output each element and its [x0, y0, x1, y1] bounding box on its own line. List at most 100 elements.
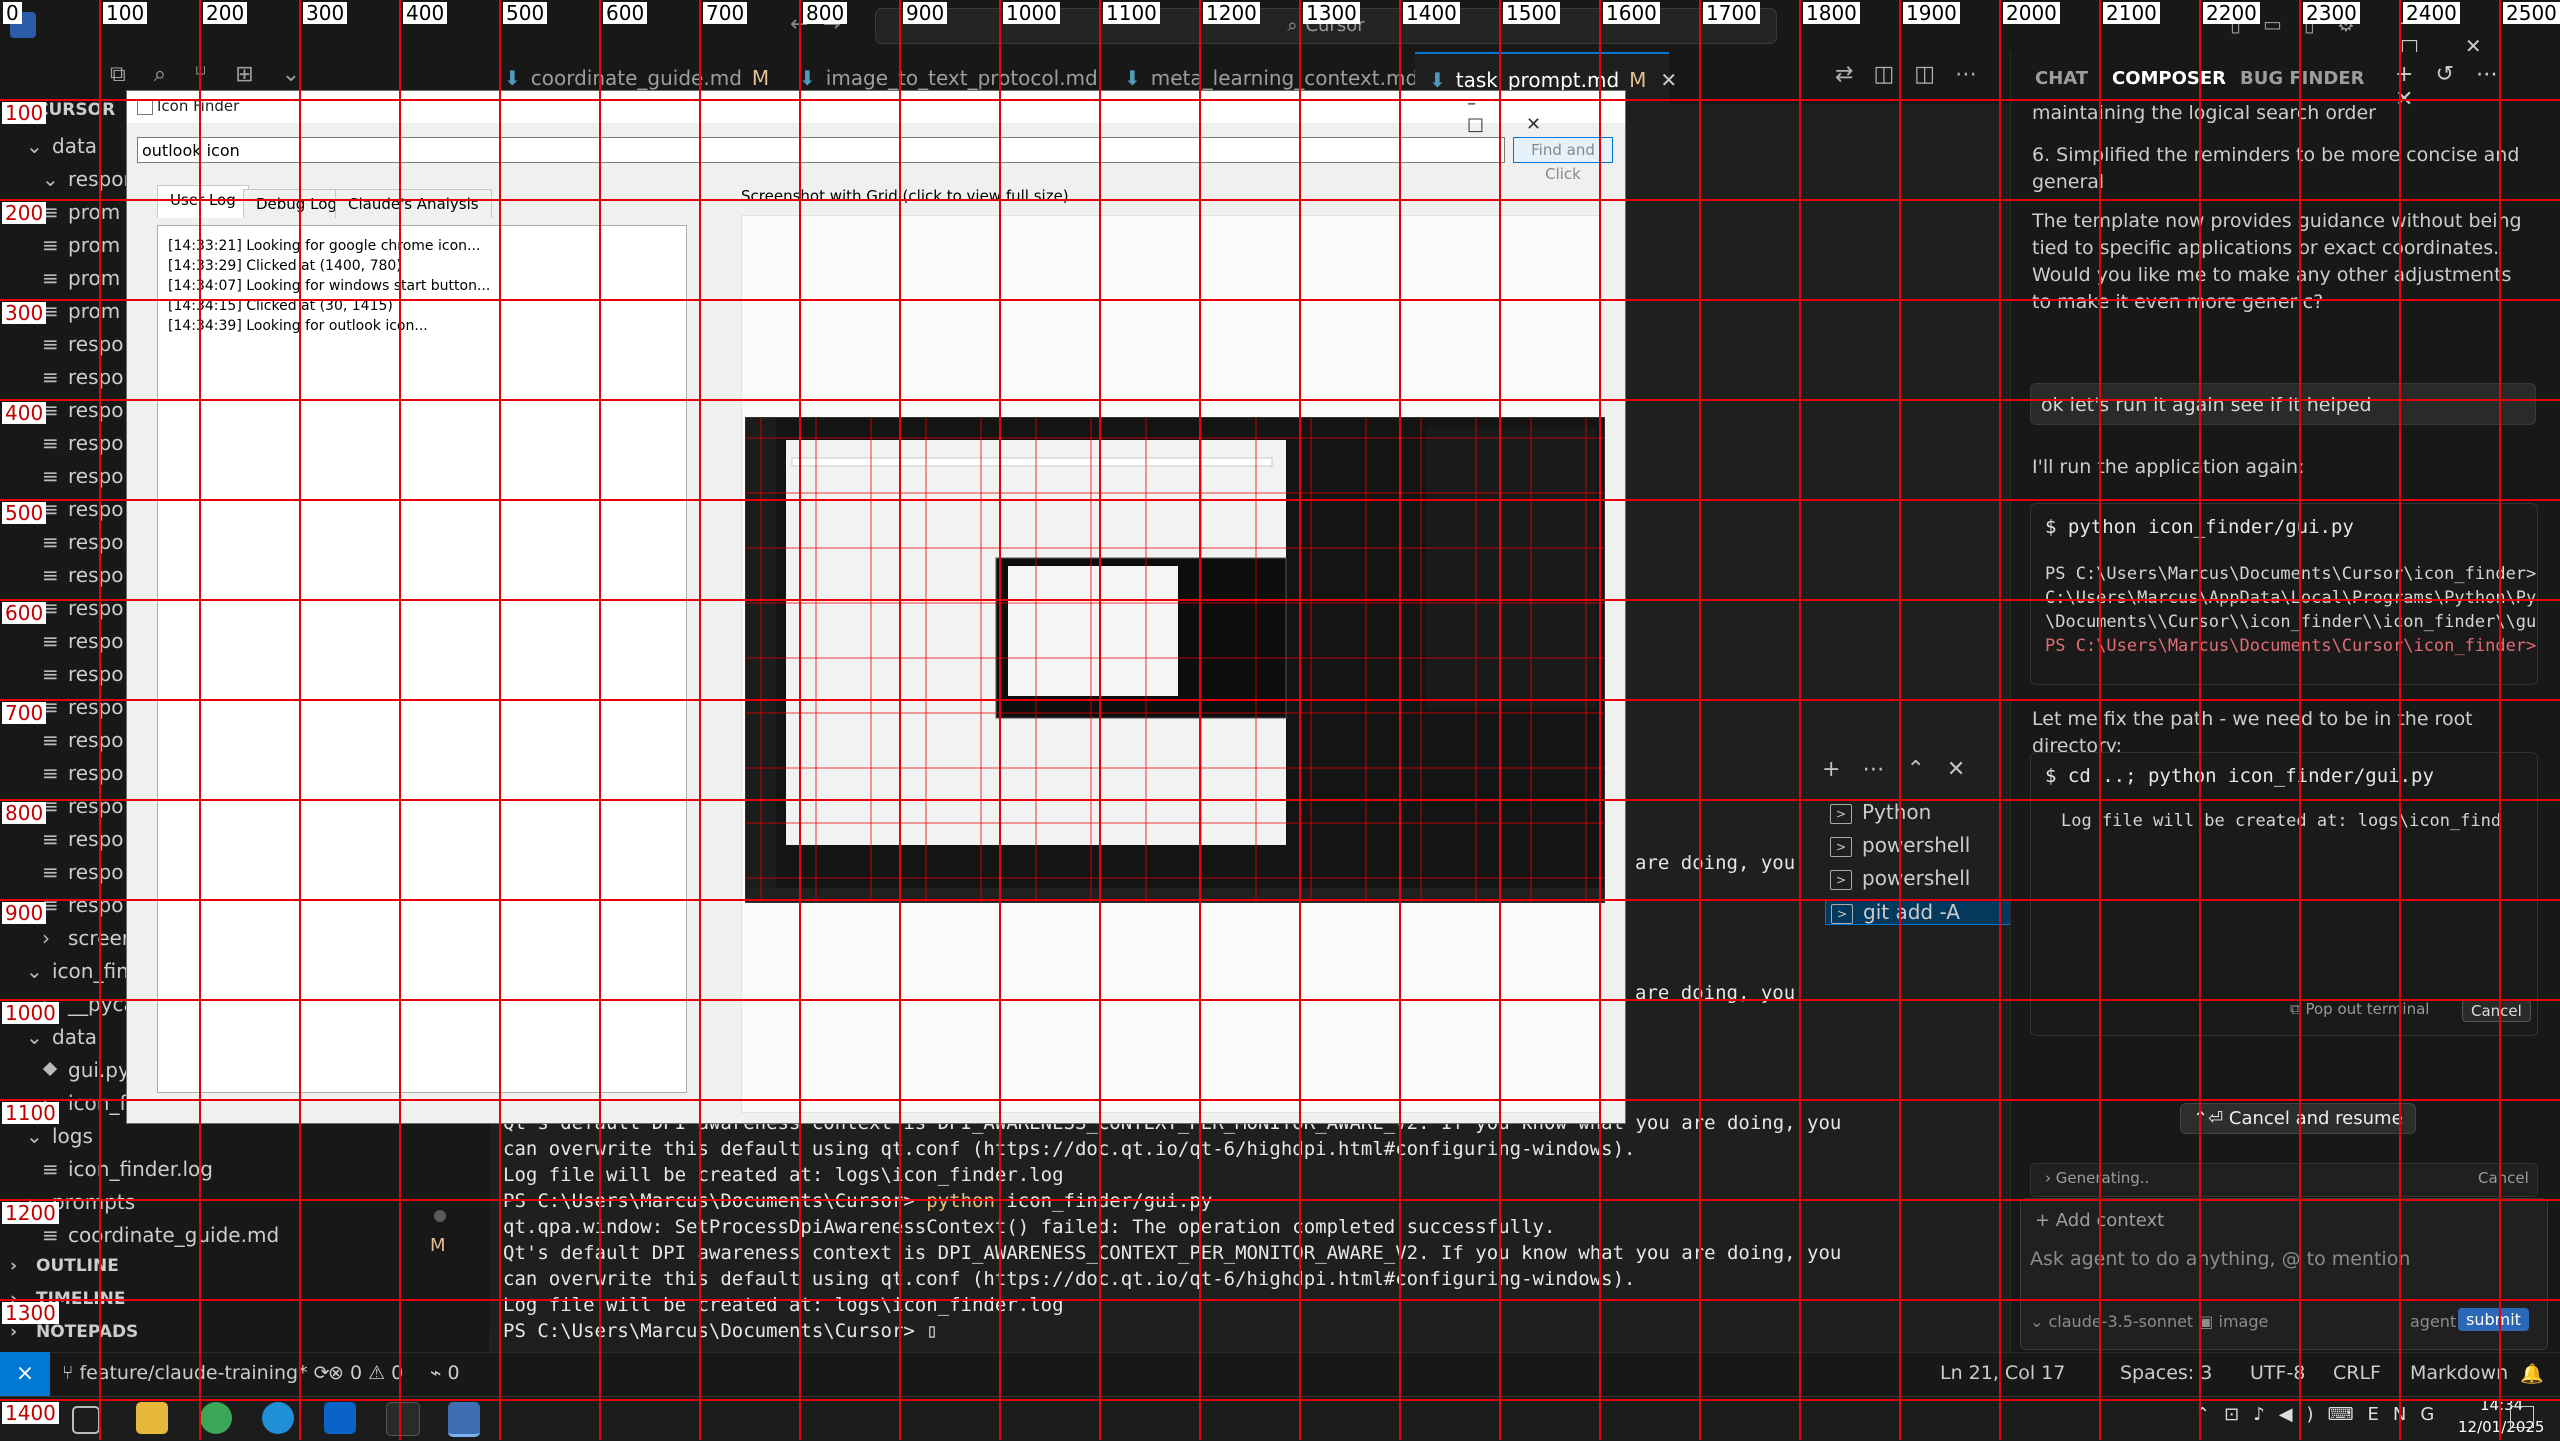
- tree-item[interactable]: ⌄ logs: [26, 1124, 93, 1148]
- tree-item[interactable]: ≡ respo: [42, 563, 123, 587]
- tree-item[interactable]: ≡ respo: [42, 761, 123, 785]
- tab-claude-analysis[interactable]: Claude's Analysis: [335, 189, 492, 218]
- tree-item[interactable]: ≡ coordinate_guide.md: [42, 1223, 279, 1247]
- tree-item[interactable]: ≡ respo: [42, 662, 123, 686]
- explorer-toolbar[interactable]: ⧉⌕⑂⊞⌄: [110, 62, 328, 87]
- tree-item[interactable]: ≡ respo: [42, 827, 123, 851]
- model-selector[interactable]: ⌄ claude-3.5-sonnet ▣ image: [2030, 1312, 2268, 1331]
- sync-icon[interactable]: ⟳: [308, 1362, 330, 1384]
- tab-chat[interactable]: CHAT: [2035, 68, 2088, 89]
- tree-item[interactable]: ≡ respo: [42, 794, 123, 818]
- mic-icon[interactable]: ♪: [2253, 1404, 2279, 1425]
- network-icon[interactable]: ⊡: [2224, 1404, 2253, 1425]
- terminal-session[interactable]: > Python: [1830, 800, 1931, 824]
- pop-out-terminal-link[interactable]: ⧉ Pop out terminal: [2290, 1000, 2429, 1018]
- user-message[interactable]: ok let's run it again see if it helped: [2030, 383, 2536, 425]
- tree-item[interactable]: ⌄ respon: [42, 167, 136, 191]
- tab-bug-finder[interactable]: BUG FINDER: [2240, 68, 2365, 89]
- maximize-panel-icon[interactable]: ⌃: [1906, 757, 1946, 782]
- notifications-icon[interactable]: 🔔: [2520, 1362, 2544, 1385]
- extensions-icon[interactable]: ⊞: [235, 62, 281, 87]
- tree-item[interactable]: ≡ respo: [42, 893, 123, 917]
- close-panel-icon[interactable]: ✕: [1947, 757, 1987, 782]
- file-explorer-icon[interactable]: [136, 1402, 168, 1434]
- tab-composer[interactable]: COMPOSER: [2112, 68, 2226, 89]
- tree-item[interactable]: ⌄ data: [26, 134, 97, 158]
- minimize-icon[interactable]: –: [1467, 93, 1518, 114]
- tree-item[interactable]: ≡ prom: [42, 266, 120, 290]
- remote-indicator-icon[interactable]: ⨯: [0, 1352, 50, 1396]
- history-icon[interactable]: ↺: [2435, 62, 2475, 87]
- problems-indicator[interactable]: ⊗ 0 ⚠ 0: [328, 1362, 403, 1384]
- terminal-prompt[interactable]: PS C:\Users\Marcus\Documents\Cursor> ▯: [503, 1318, 1823, 1344]
- tree-item[interactable]: ≡ icon_finder.log: [42, 1157, 213, 1181]
- more-actions-icon[interactable]: ⋯: [1955, 62, 1997, 87]
- tree-item[interactable]: ⯁gui.py: [42, 1058, 130, 1082]
- close-icon[interactable]: ✕: [1526, 114, 1583, 135]
- line-ending[interactable]: CRLF: [2333, 1362, 2381, 1384]
- cursor-app-icon[interactable]: [386, 1402, 420, 1436]
- tree-item[interactable]: ⌄ data: [26, 1025, 97, 1049]
- search-icon[interactable]: ⌕: [154, 62, 194, 87]
- more-icon[interactable]: ⋯: [2476, 62, 2520, 87]
- cancel-and-resume-button[interactable]: ⌃⏎ Cancel and resume: [2180, 1103, 2416, 1134]
- tree-item[interactable]: ≡ respo: [42, 431, 123, 455]
- tree-item[interactable]: ≡ prom: [42, 299, 120, 323]
- ports-indicator[interactable]: ⌁ 0: [430, 1362, 460, 1384]
- submit-button[interactable]: submit: [2458, 1308, 2529, 1331]
- outlook-icon[interactable]: [324, 1402, 356, 1434]
- tree-item[interactable]: ≡ respo: [42, 398, 123, 422]
- tab-user-log[interactable]: User Log: [157, 185, 249, 218]
- python-icon[interactable]: [448, 1402, 480, 1437]
- tree-item[interactable]: ≡ prom: [42, 200, 120, 224]
- cancel-generation-button[interactable]: Cancel: [2478, 1169, 2529, 1187]
- tab-debug-log[interactable]: Debug Log: [243, 189, 350, 218]
- cancel-command-button[interactable]: Cancel: [2462, 1000, 2531, 1022]
- cursor-position[interactable]: Ln 21, Col 17: [1940, 1362, 2065, 1384]
- volume-icon[interactable]: ◀): [2279, 1404, 2328, 1425]
- notification-center-icon[interactable]: [2510, 1406, 2534, 1428]
- language-mode[interactable]: Markdown: [2410, 1362, 2508, 1384]
- composer-input-placeholder[interactable]: Ask agent to do anything, @ to mention: [2030, 1248, 2410, 1270]
- branch-indicator[interactable]: ⑂ feature/claude-training* ⟳: [62, 1362, 330, 1384]
- grid-screenshot-thumbnail[interactable]: [745, 417, 1605, 903]
- tree-item[interactable]: › OUTLINE: [10, 1256, 119, 1276]
- compare-icon[interactable]: ⇄: [1835, 62, 1873, 87]
- keyboard-icon[interactable]: ⌨: [2328, 1404, 2368, 1425]
- preview-icon[interactable]: ◫: [1873, 62, 1914, 87]
- chevron-down-icon[interactable]: ⌄: [282, 62, 328, 87]
- tree-item[interactable]: ≡ respo: [42, 464, 123, 488]
- split-editor-icon[interactable]: ◫: [1914, 62, 1955, 87]
- chrome-icon[interactable]: [200, 1402, 232, 1434]
- tree-item[interactable]: ≡ respo: [42, 332, 123, 356]
- editor-actions[interactable]: ⇄◫◫⋯: [1835, 62, 1997, 87]
- new-terminal-icon[interactable]: +: [1822, 757, 1862, 782]
- close-tab-icon[interactable]: ✕: [1660, 68, 1677, 92]
- tree-item[interactable]: ≡ respo: [42, 365, 123, 389]
- tree-item[interactable]: ≡ respo: [42, 860, 123, 884]
- image-icon[interactable]: ▣: [2193, 1312, 2218, 1331]
- maximize-icon[interactable]: □: [1467, 114, 1526, 135]
- encoding[interactable]: UTF-8: [2250, 1362, 2305, 1384]
- terminal-command-block[interactable]: $ cd ..; python icon_finder/gui.py Log f…: [2030, 752, 2538, 1036]
- terminal-output[interactable]: Qt's default DPI awareness context is DP…: [503, 1110, 1841, 1344]
- toggle-panel-icon[interactable]: ▭: [2263, 12, 2304, 36]
- user-log-box[interactable]: [14:33:21] Looking for google chrome ico…: [157, 225, 687, 1093]
- tree-item[interactable]: ≡ respo: [42, 728, 123, 752]
- system-tray[interactable]: ⌃⊡♪◀)⌨ENG: [2195, 1404, 2448, 1425]
- tree-item[interactable]: › NOTEPADS: [10, 1322, 138, 1342]
- language-indicator[interactable]: ENG: [2368, 1404, 2449, 1425]
- find-and-click-button[interactable]: Find and Click: [1513, 137, 1613, 183]
- files-icon[interactable]: ⧉: [110, 62, 154, 87]
- terminal-command-block[interactable]: $ python icon_finder/gui.py PS C:\Users\…: [2030, 503, 2538, 685]
- mode-selector[interactable]: agent: [2410, 1312, 2456, 1331]
- new-chat-icon[interactable]: +: [2395, 62, 2435, 87]
- terminal-session-selected[interactable]: > git add -A: [1825, 899, 2022, 925]
- edge-icon[interactable]: [262, 1402, 294, 1434]
- tree-item[interactable]: ≡ prom: [42, 233, 120, 257]
- task-view-icon[interactable]: [72, 1406, 100, 1434]
- terminal-toolbar[interactable]: +⋯⌃✕: [1822, 757, 1987, 782]
- tree-item[interactable]: ≡ respo: [42, 530, 123, 554]
- tree-item[interactable]: ⌄ icon_find: [26, 959, 141, 983]
- tree-item[interactable]: ≡ respo: [42, 629, 123, 653]
